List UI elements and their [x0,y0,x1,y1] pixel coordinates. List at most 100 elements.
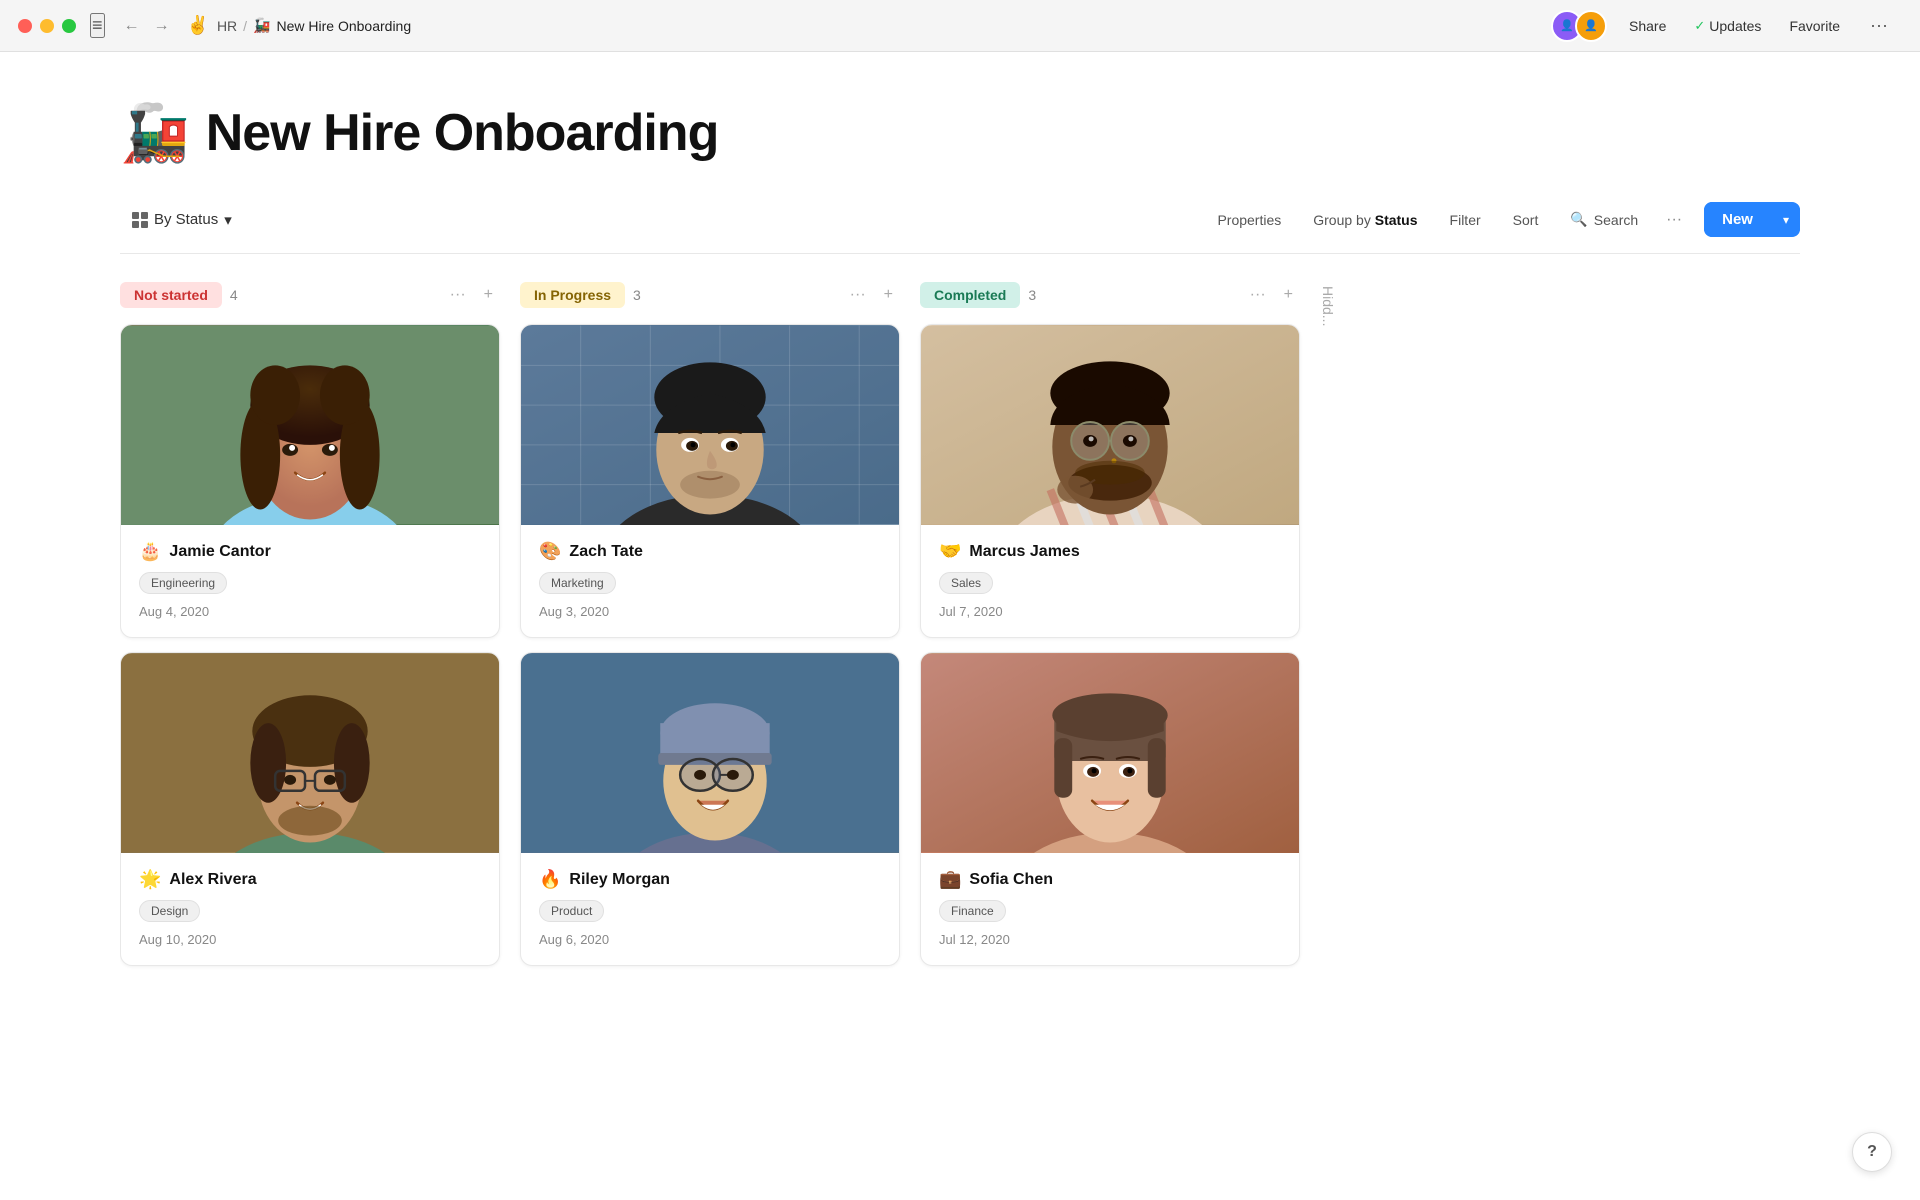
column-completed: Completed 3 ··· + [920,282,1300,980]
filter-button[interactable]: Filter [1436,205,1495,235]
card-name-riley: 🔥 Riley Morgan [539,869,881,890]
close-button[interactable] [18,19,32,33]
card-sofia-chen[interactable]: 💼 Sofia Chen Finance Jul 12, 2020 [920,652,1300,966]
card-riley-morgan[interactable]: 🔥 Riley Morgan Product Aug 6, 2020 [520,652,900,966]
card-tag-marcus: Sales [939,572,993,594]
column-header-completed: Completed 3 ··· + [920,282,1300,308]
column-add-in-progress[interactable]: + [877,282,900,308]
card-name-jamie: 🎂 Jamie Cantor [139,541,481,562]
chevron-down-icon: ▾ [224,211,232,229]
avatar-user2[interactable]: 👤 [1575,10,1607,42]
card-tag-sofia: Finance [939,900,1006,922]
new-button-group: New ▾ [1704,202,1800,237]
card-name-sofia: 💼 Sofia Chen [939,869,1281,890]
group-by-field: Status [1375,212,1418,228]
page-name-breadcrumb: New Hire Onboarding [277,18,412,34]
page-emoji-breadcrumb: 🚂 [253,17,270,34]
card-image-jamie [121,325,499,525]
column-in-progress: In Progress 3 ··· + [520,282,900,980]
check-icon: ✓ [1694,18,1705,34]
card-image-marcus [921,325,1299,525]
view-selector-button[interactable]: By Status ▾ [120,204,244,236]
column-count-in-progress: 3 [633,287,641,303]
card-tag-jamie: Engineering [139,572,227,594]
card-name-text-sofia: Sofia Chen [969,871,1053,889]
card-emoji-riley: 🔥 [539,869,561,890]
page-content: 🚂 New Hire Onboarding By Status ▾ Proper… [0,52,1920,1004]
column-not-started: Not started 4 ··· + [120,282,500,980]
card-emoji-jamie: 🎂 [139,541,161,562]
share-label: Share [1629,18,1666,34]
minimize-button[interactable] [40,19,54,33]
hidden-column: Hidd... [1320,282,1380,326]
column-more-completed[interactable]: ··· [1243,282,1273,308]
breadcrumb-separator: / [243,18,247,34]
card-emoji-marcus: 🤝 [939,541,961,562]
new-button[interactable]: New [1704,202,1771,237]
breadcrumb-parent[interactable]: HR [217,18,237,34]
card-name-text-marcus: Marcus James [969,543,1079,561]
board-view-icon [132,212,148,228]
card-name-zach: 🎨 Zach Tate [539,541,881,562]
column-more-in-progress[interactable]: ··· [843,282,873,308]
search-button[interactable]: 🔍 Search [1556,204,1652,235]
card-name-text-zach: Zach Tate [569,543,643,561]
help-button[interactable]: ? [1852,1132,1892,1172]
hamburger-menu-button[interactable]: ≡ [90,13,105,38]
breadcrumb: HR / 🚂 New Hire Onboarding [217,17,411,34]
status-badge-completed: Completed [920,282,1020,308]
maximize-button[interactable] [62,19,76,33]
share-button[interactable]: Share [1623,14,1672,38]
column-count-completed: 3 [1028,287,1036,303]
column-actions-in-progress: ··· + [843,282,900,308]
search-icon: 🔍 [1570,211,1587,228]
card-image-zach [521,325,899,525]
card-alex-rivera[interactable]: 🌟 Alex Rivera Design Aug 10, 2020 [120,652,500,966]
status-badge-in-progress: In Progress [520,282,625,308]
column-more-not-started[interactable]: ··· [443,282,473,308]
page-title-row: 🚂 New Hire Onboarding [120,100,1800,166]
column-count-not-started: 4 [230,287,238,303]
column-header-in-progress: In Progress 3 ··· + [520,282,900,308]
page-title-emoji: 🚂 [120,100,190,166]
new-dropdown-button[interactable]: ▾ [1772,204,1800,236]
card-date-alex: Aug 10, 2020 [139,932,481,947]
card-marcus-james[interactable]: 🤝 Marcus James Sales Jul 7, 2020 [920,324,1300,638]
updates-button[interactable]: ✓ Updates [1688,14,1767,38]
forward-button[interactable]: → [149,15,175,37]
card-image-riley [521,653,899,853]
card-emoji-sofia: 💼 [939,869,961,890]
avatar-group: 👤 👤 [1551,10,1607,42]
card-body-jamie: 🎂 Jamie Cantor Engineering Aug 4, 2020 [121,525,499,637]
column-header-not-started: Not started 4 ··· + [120,282,500,308]
more-options-button[interactable]: ··· [1862,11,1896,40]
card-jamie-cantor[interactable]: 🎂 Jamie Cantor Engineering Aug 4, 2020 [120,324,500,638]
card-name-marcus: 🤝 Marcus James [939,541,1281,562]
card-emoji-zach: 🎨 [539,541,561,562]
card-tag-alex: Design [139,900,200,922]
card-body-zach: 🎨 Zach Tate Marketing Aug 3, 2020 [521,525,899,637]
card-date-jamie: Aug 4, 2020 [139,604,481,619]
card-name-alex: 🌟 Alex Rivera [139,869,481,890]
wave-emoji: ✌️ [187,15,209,36]
toolbar-more-button[interactable]: ··· [1656,204,1692,236]
sort-button[interactable]: Sort [1499,205,1553,235]
card-date-zach: Aug 3, 2020 [539,604,881,619]
view-label: By Status [154,211,218,228]
card-zach-tate[interactable]: 🎨 Zach Tate Marketing Aug 3, 2020 [520,324,900,638]
breadcrumb-current[interactable]: 🚂 New Hire Onboarding [253,17,411,34]
column-actions-not-started: ··· + [443,282,500,308]
favorite-button[interactable]: Favorite [1783,14,1846,38]
back-button[interactable]: ← [119,15,145,37]
hidden-column-label: Hidd... [1320,286,1336,326]
toolbar-center: Properties Group by Status Filter Sort 🔍… [1203,202,1800,237]
card-body-sofia: 💼 Sofia Chen Finance Jul 12, 2020 [921,853,1299,965]
group-by-button[interactable]: Group by Status [1299,205,1431,235]
status-badge-not-started: Not started [120,282,222,308]
properties-button[interactable]: Properties [1203,205,1295,235]
column-add-not-started[interactable]: + [477,282,500,308]
card-body-alex: 🌟 Alex Rivera Design Aug 10, 2020 [121,853,499,965]
card-emoji-alex: 🌟 [139,869,161,890]
card-name-text-jamie: Jamie Cantor [169,543,270,561]
column-add-completed[interactable]: + [1277,282,1300,308]
